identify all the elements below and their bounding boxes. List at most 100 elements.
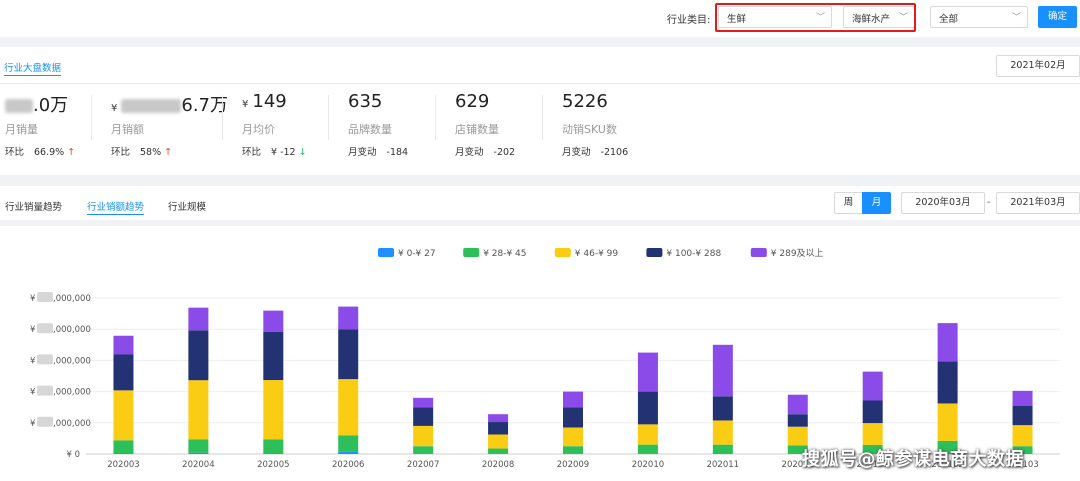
y-tick-currency: ¥: [30, 419, 36, 429]
confirm-button[interactable]: 确定: [1038, 6, 1077, 28]
redacted-mark: [121, 99, 182, 113]
kpi-value: 629: [455, 91, 490, 112]
bar-segment: [188, 307, 209, 331]
x-tick-label: 202003: [107, 460, 139, 470]
bar-segment: [488, 414, 509, 423]
y-tick-currency: ¥: [30, 388, 36, 398]
kpi-monthly-avg-price: ¥149 月均价 环比 ¥ -12 ↓: [242, 91, 307, 161]
redacted-mark: [37, 292, 53, 302]
kpi-name: 动销SKU数: [562, 123, 617, 136]
bar-segment: [338, 329, 359, 380]
bar-segment: [488, 422, 509, 435]
tab-sales-amount-trend[interactable]: 行业销额趋势: [87, 199, 145, 215]
legend-swatch-2: [554, 248, 571, 257]
range-separator: -: [987, 197, 991, 208]
bar-segment: [188, 380, 209, 440]
bar-segment: [113, 453, 134, 454]
bar-segment: [263, 380, 284, 440]
tab-industry-overview[interactable]: 行业大盘数据: [4, 60, 62, 76]
kpi-name: 月均价: [242, 123, 275, 136]
tab-industry-scale[interactable]: 行业规模: [168, 199, 206, 213]
bar-segment: [563, 446, 583, 454]
kpi-value: 635: [348, 91, 383, 112]
bar-segment: [338, 379, 359, 436]
bar-segment: [637, 391, 658, 425]
period-month-button[interactable]: 月: [862, 192, 891, 214]
bar-segment: [188, 452, 209, 454]
bar-segment: [787, 394, 808, 415]
legend-label-1: ¥ 28-¥ 45: [483, 249, 526, 259]
kpi-change: 月变动 -202: [455, 147, 516, 158]
bar-segment: [263, 439, 284, 454]
y-tick-label: ¥ 0: [66, 450, 80, 460]
bar-segment: [413, 407, 434, 426]
highlight-box: [715, 3, 916, 32]
x-tick-label: 202004: [182, 460, 214, 470]
kpi-name: 品牌数量: [348, 123, 392, 136]
x-tick-label: 202007: [407, 460, 439, 470]
y-tick-label: ,000,000: [53, 419, 91, 429]
end-month-input[interactable]: 2021年03月: [996, 192, 1080, 214]
tab-sales-volume-trend[interactable]: 行业销量趋势: [5, 199, 62, 213]
trend-toolbar: 行业销量趋势 行业销额趋势 行业规模 周 月 2020年03月 - 2021年0…: [0, 186, 1080, 220]
divider: [435, 95, 436, 140]
legend-swatch-3: [646, 248, 663, 257]
y-tick-label: ,000,000: [53, 356, 91, 366]
bar-segment: [113, 390, 134, 441]
bar-segment: [937, 403, 958, 441]
legend-label-3: ¥ 100-¥ 288: [666, 249, 721, 259]
redacted-mark: [37, 416, 53, 427]
period-week-button[interactable]: 周: [834, 192, 863, 214]
month-picker[interactable]: 2021年02月: [996, 55, 1080, 77]
kpi-name: 月销额: [111, 123, 144, 136]
bar-segment: [338, 451, 359, 454]
bar-segment: [113, 335, 134, 355]
bar-segment: [937, 361, 958, 404]
y-tick-currency: ¥: [30, 294, 36, 304]
bar-segment: [712, 444, 733, 454]
kpi-shop-count: 629 店铺数量 月变动 -202: [455, 91, 515, 161]
category-select-level3[interactable]: 全部 ﹀: [930, 6, 1028, 28]
kpi-value: 5226: [562, 91, 608, 112]
bar-segment: [712, 344, 733, 397]
kpi-monthly-sales-amount: ¥6.7万 月销额 环比 58% ↑: [111, 91, 228, 161]
y-tick-currency: ¥: [30, 325, 36, 335]
legend-label-2: ¥ 46-¥ 99: [575, 249, 619, 259]
bar-segment: [787, 414, 808, 427]
kpi-change: 月变动 -184: [348, 147, 409, 158]
bar-segment: [113, 440, 134, 454]
divider: [328, 95, 329, 140]
filter-bar: 行业类目: 生鲜 ﹀ 海鲜水产 ﹀ 全部 ﹀ 确定: [0, 0, 1080, 37]
kpi-name: 月销量: [5, 123, 38, 136]
bar-segment: [263, 453, 284, 454]
divider: [222, 95, 223, 140]
bar-segment: [862, 371, 883, 401]
start-month-input[interactable]: 2020年03月: [901, 192, 985, 214]
divider: [542, 95, 543, 140]
bar-segment: [712, 396, 733, 421]
watermark: 搜狐号@鲸参谋电商大数据: [802, 449, 1024, 470]
bar-segment: [488, 434, 509, 449]
kpi-change: 环比 58% ↑: [111, 147, 173, 158]
bar-segment: [263, 310, 284, 332]
redacted-mark: [37, 354, 53, 365]
kpi-change: 月变动 -2106: [562, 147, 629, 158]
category-label: 行业类目:: [667, 15, 711, 26]
bar-segment: [1012, 390, 1033, 406]
bar-segment: [413, 425, 434, 447]
kpi-value: ¥149: [242, 91, 287, 112]
bar-segment: [712, 420, 733, 445]
bar-segment: [113, 354, 134, 391]
category-select-level3-value: 全部: [939, 14, 959, 25]
kpi-brand-count: 635 品牌数量 月变动 -184: [348, 91, 408, 161]
bar-segment: [338, 435, 359, 452]
legend-swatch-4: [750, 248, 767, 257]
bar-segment: [937, 323, 958, 362]
kpi-value: .0万: [5, 91, 75, 116]
kpi-change: 环比 66.9% ↑: [5, 147, 76, 158]
legend-label-4: ¥ 289及以上: [771, 248, 824, 259]
divider: [91, 95, 92, 140]
bar-segment: [1012, 405, 1033, 426]
y-tick-label: ,000,000: [53, 325, 91, 335]
bar-segment: [563, 391, 583, 408]
